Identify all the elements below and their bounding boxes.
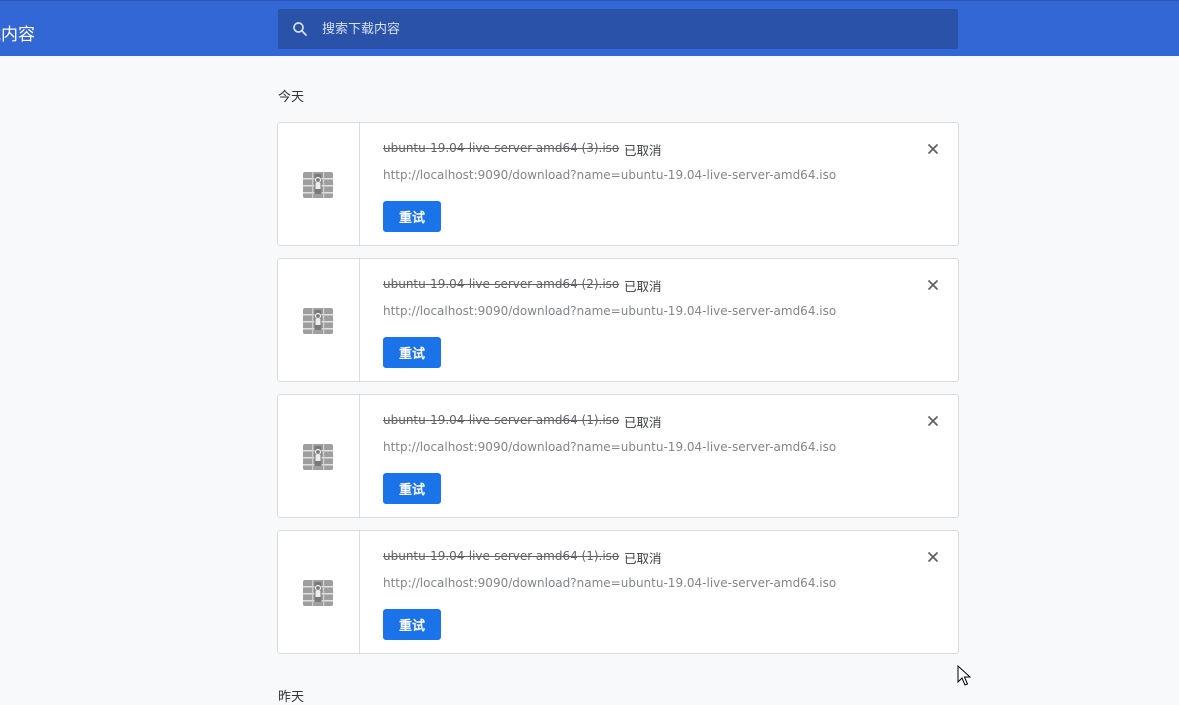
file-name[interactable]: ubuntu-19.04-live-server-amd64 (1).iso (383, 549, 619, 563)
page-title: 载内容 (0, 25, 35, 45)
file-icon-cell (278, 531, 360, 653)
archive-file-icon (303, 308, 333, 334)
toolbar: 载内容 (0, 0, 1179, 56)
section-heading-yesterday: 昨天 (278, 690, 305, 705)
file-name[interactable]: ubuntu-19.04-live-server-amd64 (1).iso (383, 413, 619, 427)
search-icon (293, 22, 307, 36)
status-text: 已取消 (624, 143, 662, 158)
retry-button[interactable]: 重试 (383, 473, 441, 504)
file-name[interactable]: ubuntu-19.04-live-server-amd64 (2).iso (383, 277, 619, 291)
download-url[interactable]: http://localhost:9090/download?name=ubun… (383, 576, 836, 590)
retry-button[interactable]: 重试 (383, 337, 441, 368)
download-item: ubuntu-19.04-live-server-amd64 (1).iso 已… (277, 530, 959, 654)
close-icon[interactable] (926, 142, 940, 156)
download-item: ubuntu-19.04-live-server-amd64 (2).iso 已… (277, 258, 959, 382)
mouse-cursor-icon (957, 665, 971, 686)
file-name[interactable]: ubuntu-19.04-live-server-amd64 (3).iso (383, 141, 619, 155)
close-icon[interactable] (926, 414, 940, 428)
close-icon[interactable] (926, 550, 940, 564)
section-heading-today: 今天 (278, 90, 305, 105)
status-text: 已取消 (624, 551, 662, 566)
retry-button[interactable]: 重试 (383, 201, 441, 232)
download-url[interactable]: http://localhost:9090/download?name=ubun… (383, 304, 836, 318)
download-url[interactable]: http://localhost:9090/download?name=ubun… (383, 440, 836, 454)
status-text: 已取消 (624, 415, 662, 430)
download-url[interactable]: http://localhost:9090/download?name=ubun… (383, 168, 836, 182)
status-text: 已取消 (624, 279, 662, 294)
archive-file-icon (303, 444, 333, 470)
search-input[interactable] (322, 9, 942, 49)
file-icon-cell (278, 123, 360, 245)
download-item: ubuntu-19.04-live-server-amd64 (1).iso 已… (277, 394, 959, 518)
close-icon[interactable] (926, 278, 940, 292)
archive-file-icon (303, 580, 333, 606)
file-icon-cell (278, 259, 360, 381)
search-box[interactable] (278, 9, 958, 49)
retry-button[interactable]: 重试 (383, 609, 441, 640)
file-icon-cell (278, 395, 360, 517)
download-item: ubuntu-19.04-live-server-amd64 (3).iso 已… (277, 122, 959, 246)
archive-file-icon (303, 172, 333, 198)
